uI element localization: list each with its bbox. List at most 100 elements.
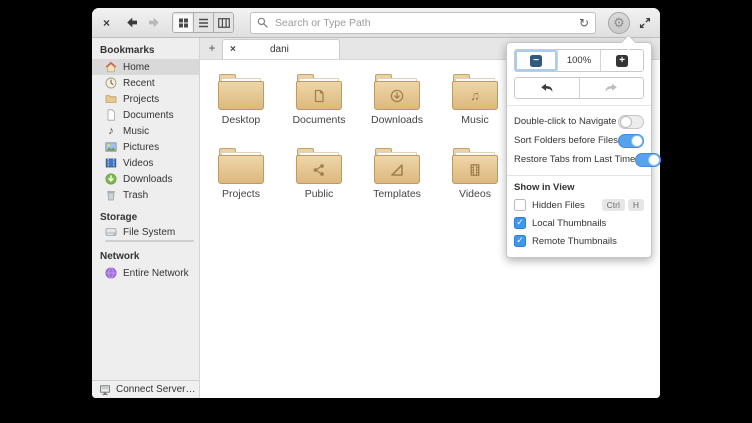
share-glyph-icon <box>313 163 324 176</box>
sidebar-item-label: Home <box>123 61 150 73</box>
checkbox-label: Hidden Files <box>532 199 585 211</box>
file-manager-window: × Search or Type Path ↻ ⚙ Bookmarks Home… <box>92 8 662 398</box>
folder-templates-icon <box>374 148 420 184</box>
ctrl-key-chip: Ctrl <box>601 198 625 212</box>
file-item-desktop[interactable]: Desktop <box>202 74 280 148</box>
remote-thumbnails-checkbox[interactable] <box>514 235 526 247</box>
list-view-icon <box>199 18 209 27</box>
zoom-out-button[interactable]: − <box>515 50 557 71</box>
back-arrow-icon <box>127 17 138 28</box>
hidden-files-checkbox[interactable] <box>514 199 526 211</box>
toggle-label: Restore Tabs from Last Time <box>514 154 636 165</box>
tab-dani[interactable]: × dani <box>222 39 340 59</box>
storage-usage-bar <box>105 240 194 242</box>
search-bar[interactable]: ↻ <box>250 11 596 34</box>
menu-item-restore-tabs[interactable]: Restore Tabs from Last Time <box>514 150 662 169</box>
back-button[interactable] <box>126 17 138 28</box>
pictures-icon <box>105 141 117 153</box>
toolbar: × Search or Type Path ↻ ⚙ <box>92 8 660 38</box>
fullscreen-button[interactable] <box>639 17 651 29</box>
music-note-icon: ♪ <box>108 124 114 137</box>
sidebar-item-entire-network[interactable]: Entire Network <box>92 265 199 281</box>
sort-folders-toggle[interactable] <box>618 133 645 148</box>
restore-tabs-toggle[interactable] <box>635 152 662 167</box>
globe-icon <box>105 267 117 279</box>
sidebar-item-trash[interactable]: Trash <box>92 187 199 203</box>
triangle-glyph-icon <box>391 163 403 176</box>
file-item-projects[interactable]: Projects <box>202 148 280 222</box>
menu-item-remote-thumbnails[interactable]: Remote Thumbnails <box>514 232 644 250</box>
list-view-button[interactable] <box>193 13 214 32</box>
search-input[interactable] <box>273 15 574 30</box>
folder-public-icon <box>296 148 342 184</box>
redo-button[interactable] <box>578 78 643 98</box>
sidebar-item-videos[interactable]: Videos <box>92 155 199 171</box>
window-close-button[interactable]: × <box>101 17 112 29</box>
folder-videos-icon <box>452 148 498 184</box>
file-item-downloads[interactable]: Downloads <box>358 74 436 148</box>
local-thumbnails-checkbox[interactable] <box>514 217 526 229</box>
sidebar-item-label: Projects <box>123 93 160 105</box>
document-glyph-icon <box>314 89 324 102</box>
sidebar-item-projects[interactable]: Projects <box>92 91 199 107</box>
grid-view-button[interactable] <box>173 13 194 32</box>
file-item-music[interactable]: ♫ Music <box>436 74 514 148</box>
refresh-icon[interactable]: ↻ <box>579 17 589 29</box>
menu-item-local-thumbnails[interactable]: Local Thumbnails <box>514 214 644 232</box>
zoom-out-icon: − <box>530 54 542 67</box>
column-view-icon <box>217 17 230 28</box>
desktop-background: × Search or Type Path ↻ ⚙ Bookmarks Home… <box>0 0 752 423</box>
new-tab-button[interactable]: + <box>204 40 220 56</box>
sidebar-item-file-system[interactable]: File System <box>92 226 199 242</box>
menu-separator <box>507 105 651 106</box>
file-label: Desktop <box>221 114 261 126</box>
sidebar-item-downloads[interactable]: Downloads <box>92 171 199 187</box>
downloads-icon <box>105 173 117 185</box>
menu-item-double-click[interactable]: Double-click to Navigate <box>514 112 644 131</box>
connect-server-button[interactable]: Connect Server… <box>92 380 199 398</box>
file-item-documents[interactable]: Documents <box>280 74 358 148</box>
settings-button[interactable]: ⚙ <box>608 11 630 34</box>
zoom-level: 100% <box>557 50 601 71</box>
folder-icon <box>218 148 264 184</box>
column-view-button[interactable] <box>213 13 234 32</box>
grid-view-icon <box>178 18 188 27</box>
shortcut-hint: Ctrl H <box>601 198 644 212</box>
file-item-videos[interactable]: Videos <box>436 148 514 222</box>
show-in-view-header: Show in View <box>514 182 575 193</box>
connect-server-label: Connect Server… <box>116 384 196 395</box>
double-click-toggle[interactable] <box>618 114 644 129</box>
menu-item-hidden-files[interactable]: Hidden Files Ctrl H <box>514 196 644 214</box>
folder-icon <box>218 74 264 110</box>
sidebar: Bookmarks Home Recent Projects Documents… <box>92 38 200 398</box>
sidebar-item-recent[interactable]: Recent <box>92 75 199 91</box>
file-item-public[interactable]: Public <box>280 148 358 222</box>
tab-label: dani <box>269 44 289 55</box>
sidebar-item-label: Pictures <box>123 141 160 153</box>
sidebar-item-label: Trash <box>123 189 149 201</box>
sidebar-item-label: Videos <box>123 157 154 169</box>
zoom-controls: − 100% + <box>514 49 644 72</box>
videos-icon <box>105 157 117 169</box>
forward-button[interactable] <box>148 17 160 28</box>
toggle-label: Double-click to Navigate <box>514 116 617 127</box>
menu-item-sort-folders[interactable]: Sort Folders before Files <box>514 131 645 150</box>
toggle-label: Sort Folders before Files <box>514 135 619 146</box>
h-key-chip: H <box>627 198 644 212</box>
forward-arrow-icon <box>149 17 159 28</box>
sidebar-header-bookmarks: Bookmarks <box>100 45 155 56</box>
sidebar-item-label: Music <box>123 125 150 137</box>
sidebar-item-label: File System <box>123 226 176 238</box>
zoom-in-icon: + <box>616 54 628 67</box>
file-item-templates[interactable]: Templates <box>358 148 436 222</box>
file-label: Public <box>304 188 334 200</box>
sidebar-header-network: Network <box>100 251 140 262</box>
sidebar-item-label: Downloads <box>123 173 173 185</box>
sidebar-item-home[interactable]: Home <box>92 59 199 75</box>
settings-popover: − 100% + Double-click to Navigate Sort F… <box>506 34 662 258</box>
undo-button[interactable] <box>515 78 579 98</box>
sidebar-item-pictures[interactable]: Pictures <box>92 139 199 155</box>
sidebar-item-documents[interactable]: Documents <box>92 107 199 123</box>
sidebar-item-music[interactable]: ♪ Music <box>92 123 199 139</box>
zoom-in-button[interactable]: + <box>601 50 643 71</box>
